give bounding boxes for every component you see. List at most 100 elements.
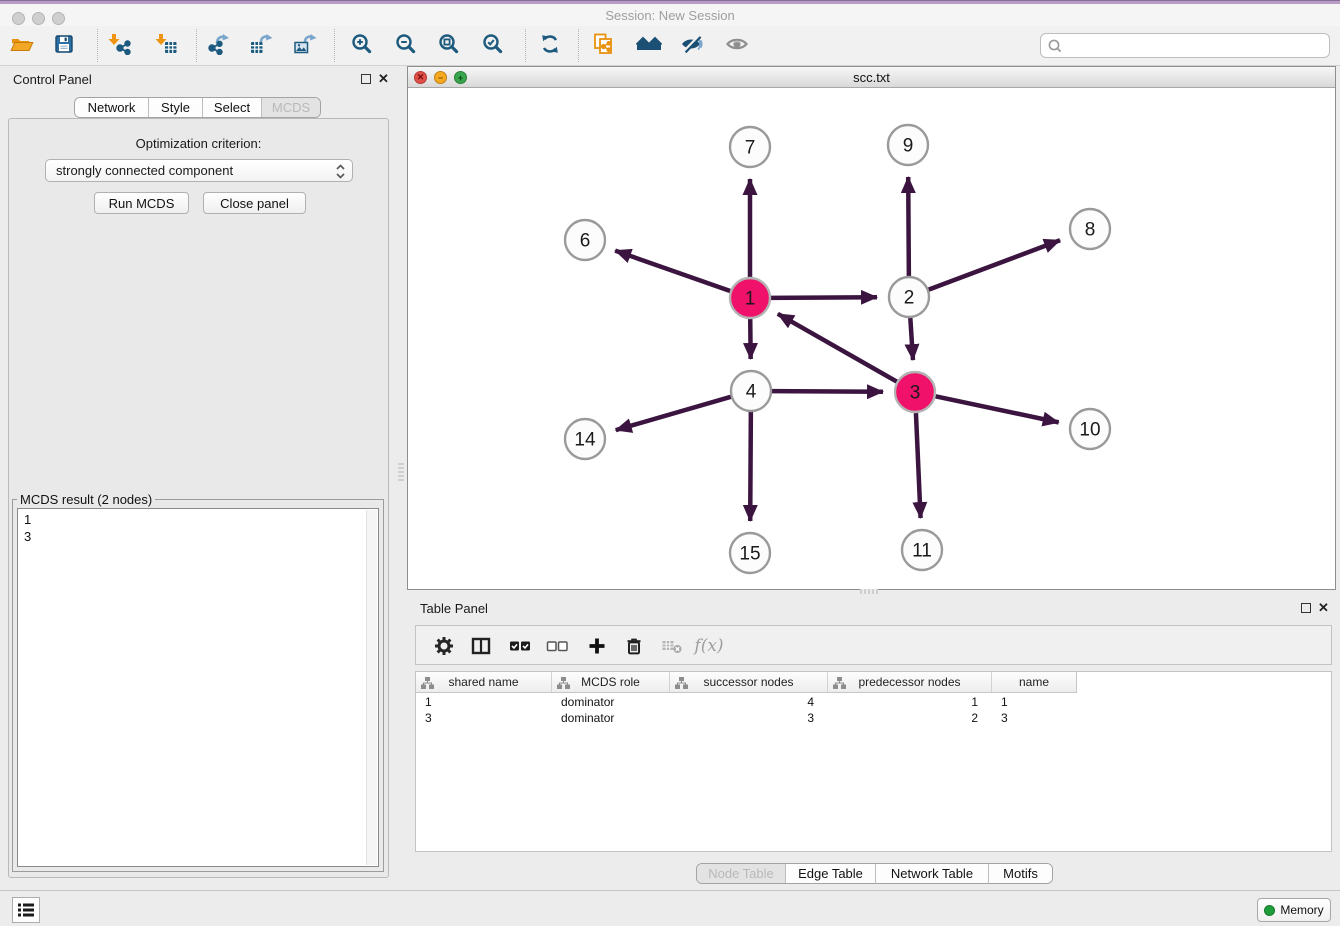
task-history-button[interactable] [12, 897, 40, 923]
graph-node-4[interactable]: 4 [731, 371, 771, 411]
memory-button[interactable]: Memory [1257, 898, 1331, 922]
graph-edge-4-14[interactable] [616, 397, 731, 430]
application-window: Session: New Session [0, 0, 1340, 926]
delete-row-button[interactable] [619, 631, 649, 661]
tab-node-table[interactable]: Node Table [697, 864, 786, 883]
open-session-button[interactable] [5, 27, 39, 61]
column-type-icon [675, 677, 688, 689]
export-network-button[interactable] [201, 27, 235, 61]
show-columns-button[interactable] [466, 631, 496, 661]
delete-table-button[interactable] [657, 631, 687, 661]
table-row[interactable]: 3dominator323 [416, 710, 1331, 726]
graph-edge-3-10[interactable] [936, 396, 1059, 422]
toolbar-separator [97, 29, 98, 62]
zoom-in-button[interactable] [345, 27, 379, 61]
table-header-row: shared nameMCDS role successor nodes prede… [416, 672, 1077, 693]
node-label: 7 [745, 138, 756, 159]
table-row[interactable]: 1dominator411 [416, 694, 1331, 710]
graph-edge-1-2[interactable] [771, 297, 877, 298]
table-cell-predecessor-nodes[interactable]: 1 [828, 694, 992, 710]
tab-select[interactable]: Select [203, 98, 262, 117]
table-cell-shared-name[interactable]: 1 [416, 694, 552, 710]
column-header-label: successor nodes [703, 675, 793, 689]
graph-edge-3-11[interactable] [916, 413, 921, 518]
graph-node-8[interactable]: 8 [1070, 209, 1110, 249]
graph-node-14[interactable]: 14 [565, 419, 605, 459]
import-network-button[interactable] [102, 27, 136, 61]
column-header-name[interactable]: name [992, 672, 1076, 692]
checked-boxes-icon [509, 636, 531, 656]
tab-network[interactable]: Network [75, 98, 149, 117]
tab-motifs[interactable]: Motifs [989, 864, 1052, 883]
tab-network-table[interactable]: Network Table [876, 864, 989, 883]
first-neighbors-button[interactable] [632, 27, 666, 61]
graph-edge-3-1[interactable] [778, 314, 897, 382]
graph-node-6[interactable]: 6 [565, 220, 605, 260]
table-cell-predecessor-nodes[interactable]: 2 [828, 710, 992, 726]
table-cell-mcds-role[interactable]: dominator [552, 694, 670, 710]
float-table-panel-icon[interactable] [1301, 603, 1311, 613]
table-cell-name[interactable]: 1 [992, 694, 1076, 710]
close-panel-icon[interactable]: ✕ [378, 71, 389, 87]
toolbar-separator [525, 29, 526, 62]
function-builder-button[interactable]: f(x) [694, 631, 724, 661]
search-icon [1047, 38, 1063, 54]
tab-mcds[interactable]: MCDS [262, 98, 320, 117]
table-cell-shared-name[interactable]: 3 [416, 710, 552, 726]
close-table-panel-icon[interactable]: ✕ [1318, 600, 1329, 616]
close-panel-button[interactable]: Close panel [203, 192, 306, 214]
add-row-button[interactable] [582, 631, 612, 661]
network-window-titlebar[interactable]: ✕ − + scc.txt [408, 67, 1335, 88]
show-hide-button[interactable] [675, 27, 709, 61]
export-table-button[interactable] [244, 27, 278, 61]
column-header-mcds-role[interactable]: MCDS role [552, 672, 670, 692]
graph-node-7[interactable]: 7 [730, 127, 770, 167]
search-input[interactable] [1063, 36, 1329, 56]
table-cell-successor-nodes[interactable]: 3 [670, 710, 828, 726]
column-header-successor-nodes[interactable]: successor nodes [670, 672, 828, 692]
import-table-button[interactable] [149, 27, 183, 61]
table-cell-successor-nodes[interactable]: 4 [670, 694, 828, 710]
task-list-icon [17, 902, 35, 918]
tab-edge-table[interactable]: Edge Table [786, 864, 876, 883]
deselect-all-button[interactable] [542, 631, 572, 661]
graph-node-11[interactable]: 11 [902, 530, 942, 570]
run-mcds-button[interactable]: Run MCDS [94, 192, 189, 214]
horizontal-splitter-grip[interactable] [860, 589, 878, 594]
column-settings-button[interactable] [429, 631, 459, 661]
graph-node-1[interactable]: 1 [730, 278, 770, 318]
graph-edge-4-3[interactable] [772, 391, 883, 392]
node-label: 9 [903, 136, 914, 157]
select-all-button[interactable] [505, 631, 535, 661]
column-header-predecessor-nodes[interactable]: predecessor nodes [828, 672, 992, 692]
graph-node-3[interactable]: 3 [895, 372, 935, 412]
zoom-selected-button[interactable] [476, 27, 510, 61]
zoom-out-button[interactable] [389, 27, 423, 61]
vertical-splitter-grip[interactable] [398, 463, 404, 481]
export-image-button[interactable] [288, 27, 322, 61]
eye-slash-icon [680, 33, 704, 55]
tab-style[interactable]: Style [149, 98, 203, 117]
graph-edge-4-15[interactable] [750, 412, 751, 521]
graph-edge-2-8[interactable] [929, 240, 1060, 289]
refresh-button[interactable] [533, 27, 567, 61]
table-cell-name[interactable]: 3 [992, 710, 1076, 726]
result-scrollbar[interactable] [366, 510, 377, 865]
zoom-fit-button[interactable] [432, 27, 466, 61]
graph-edge-2-3[interactable] [910, 318, 913, 360]
column-header-shared-name[interactable]: shared name [416, 672, 552, 692]
table-cell-mcds-role[interactable]: dominator [552, 710, 670, 726]
float-panel-icon[interactable] [361, 74, 371, 84]
graph-node-2[interactable]: 2 [889, 277, 929, 317]
criterion-dropdown[interactable]: strongly connected component [45, 159, 353, 182]
graph-edge-1-6[interactable] [615, 251, 730, 291]
graph-node-10[interactable]: 10 [1070, 409, 1110, 449]
save-session-button[interactable] [47, 27, 81, 61]
graph-node-9[interactable]: 9 [888, 125, 928, 165]
graph-edge-2-9[interactable] [908, 177, 909, 276]
preview-button[interactable] [720, 27, 754, 61]
graph-node-15[interactable]: 15 [730, 533, 770, 573]
clone-network-button[interactable] [587, 27, 621, 61]
network-canvas[interactable]: 7 9 6 8 1 2 4 3 14 10 15 11 [408, 88, 1335, 589]
mcds-result-textarea[interactable]: 13 [17, 508, 379, 867]
